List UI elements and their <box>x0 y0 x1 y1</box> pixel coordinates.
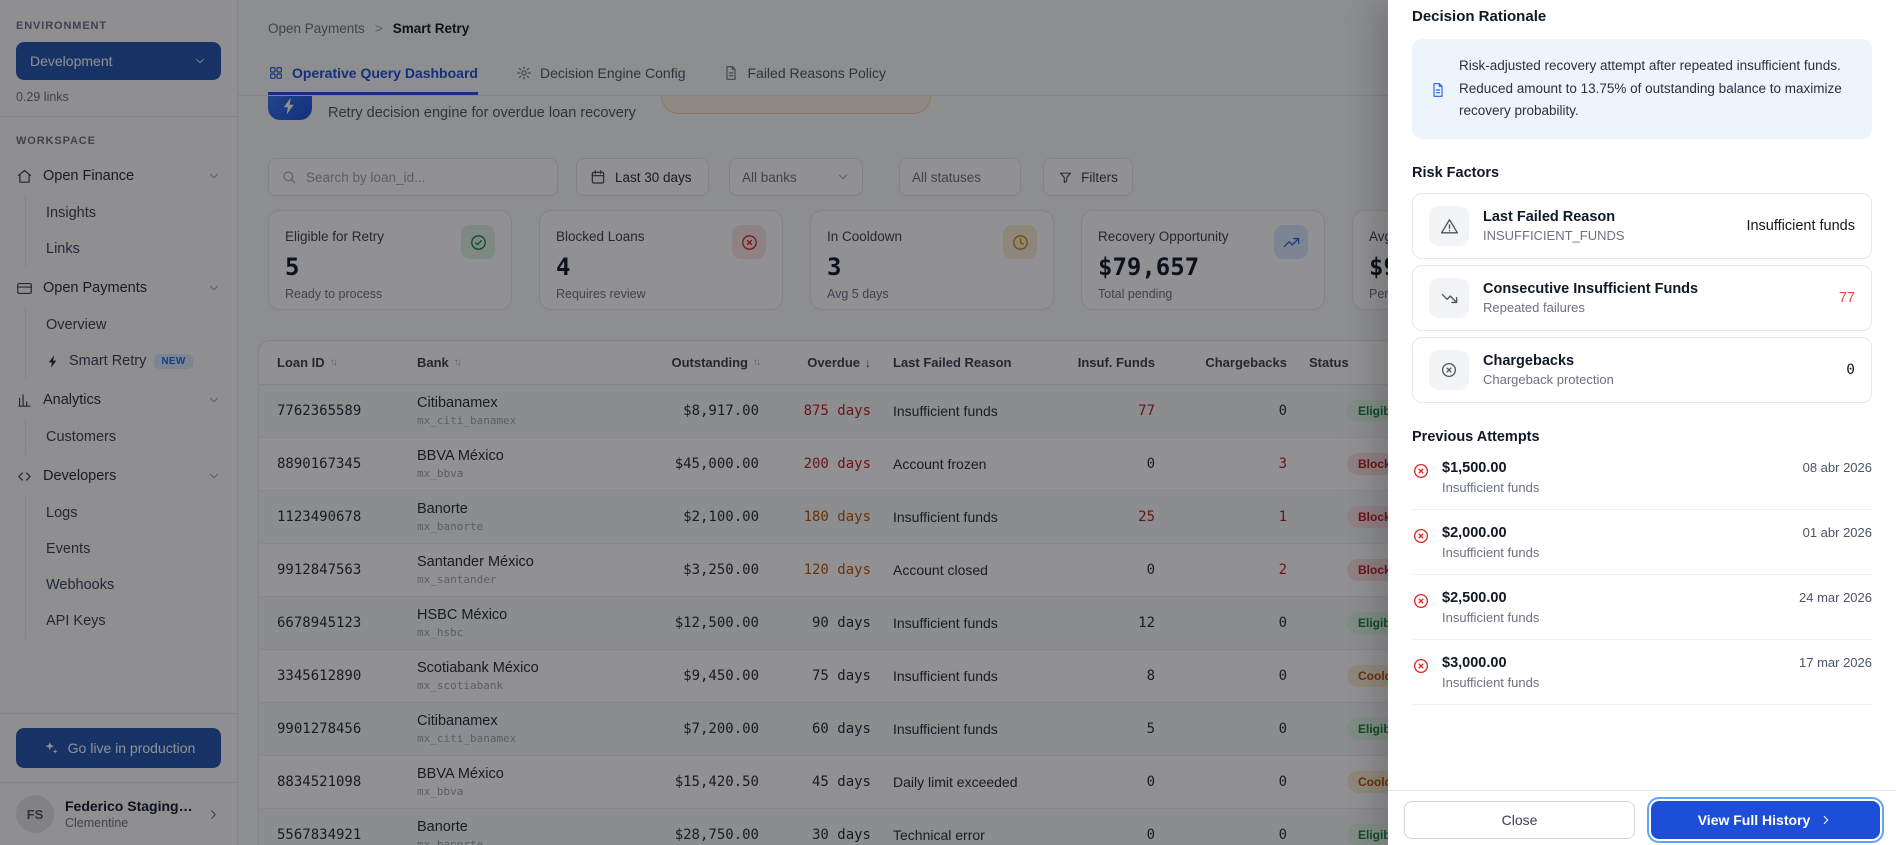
modal-dim-overlay[interactable] <box>0 0 1388 845</box>
circle-x-icon <box>1412 657 1430 675</box>
previous-attempts-title: Previous Attempts <box>1412 429 1540 446</box>
attempt-row-3: $3,000.00 Insufficient funds 17 mar 2026 <box>1412 640 1872 706</box>
circle-x-icon <box>1440 361 1458 379</box>
risk-value: 0 <box>1846 362 1855 379</box>
risk-text: Consecutive Insufficient Funds Repeated f… <box>1483 281 1698 315</box>
panel-title: Decision Rationale <box>1412 8 1547 25</box>
attempt-row-2: $2,500.00 Insufficient funds 24 mar 2026 <box>1412 575 1872 641</box>
risk-subtitle: INSUFFICIENT_FUNDS <box>1483 228 1625 244</box>
attempt-date: 08 abr 2026 <box>1802 460 1872 476</box>
attempt-reason: Insufficient funds <box>1442 610 1540 626</box>
risk-icon-box <box>1429 206 1469 247</box>
risk-factors-list: Last Failed Reason INSUFFICIENT_FUNDS Insu… <box>1412 193 1872 404</box>
risk-title: Last Failed Reason <box>1483 209 1616 226</box>
decision-rationale-panel: Decision Rationale Risk-adjusted recover… <box>1388 0 1896 845</box>
attempt-text: $2,000.00 Insufficient funds <box>1442 525 1539 560</box>
view-full-history-label: View Full History <box>1697 812 1811 828</box>
attempt-amount: $1,500.00 <box>1442 460 1507 477</box>
attempt-date: 24 mar 2026 <box>1799 590 1872 606</box>
risk-value: 77 <box>1838 290 1855 307</box>
document-icon <box>1430 57 1446 123</box>
risk-factor-0: Last Failed Reason INSUFFICIENT_FUNDS Insu… <box>1412 193 1872 260</box>
attempt-reason: Insufficient funds <box>1442 480 1540 496</box>
attempt-date: 17 mar 2026 <box>1799 655 1872 671</box>
attempt-amount: $2,500.00 <box>1442 590 1507 607</box>
risk-subtitle: Repeated failures <box>1483 300 1585 316</box>
risk-icon-box <box>1429 350 1469 391</box>
risk-value: Insufficient funds <box>1746 218 1855 235</box>
rationale-callout: Risk-adjusted recovery attempt after rep… <box>1412 39 1872 140</box>
warning-triangle-icon <box>1440 217 1459 236</box>
risk-subtitle: Chargeback protection <box>1483 372 1614 388</box>
circle-x-icon <box>1412 462 1430 480</box>
previous-attempts-list: $1,500.00 Insufficient funds 08 abr 2026 $2… <box>1412 445 1872 706</box>
attempt-reason: Insufficient funds <box>1442 545 1540 561</box>
panel-footer: Close View Full History <box>1388 790 1896 845</box>
risk-factors-title: Risk Factors <box>1412 165 1500 182</box>
risk-factor-2: Chargebacks Chargeback protection 0 <box>1412 337 1872 404</box>
circle-x-icon <box>1412 592 1430 610</box>
rationale-text: Risk-adjusted recovery attempt after rep… <box>1459 58 1842 119</box>
risk-icon-box <box>1429 278 1469 319</box>
attempt-text: $1,500.00 Insufficient funds <box>1442 460 1539 495</box>
attempt-row-0: $1,500.00 Insufficient funds 08 abr 2026 <box>1412 445 1872 511</box>
chevron-right-icon <box>1819 813 1833 827</box>
close-button[interactable]: Close <box>1404 801 1635 839</box>
attempt-reason: Insufficient funds <box>1442 675 1540 691</box>
attempt-text: $2,500.00 Insufficient funds <box>1442 590 1539 625</box>
attempt-row-1: $2,000.00 Insufficient funds 01 abr 2026 <box>1412 510 1872 576</box>
risk-factor-1: Consecutive Insufficient Funds Repeated f… <box>1412 265 1872 332</box>
risk-title: Chargebacks <box>1483 353 1575 370</box>
view-full-history-button[interactable]: View Full History <box>1651 801 1880 839</box>
risk-text: Chargebacks Chargeback protection <box>1483 353 1614 387</box>
attempt-text: $3,000.00 Insufficient funds <box>1442 655 1539 690</box>
risk-title: Consecutive Insufficient Funds <box>1483 281 1699 298</box>
trend-down-icon <box>1440 289 1459 308</box>
attempt-amount: $2,000.00 <box>1442 525 1507 542</box>
circle-x-icon <box>1412 527 1430 545</box>
risk-text: Last Failed Reason INSUFFICIENT_FUNDS <box>1483 209 1625 243</box>
attempt-date: 01 abr 2026 <box>1802 525 1872 541</box>
attempt-amount: $3,000.00 <box>1442 655 1507 672</box>
